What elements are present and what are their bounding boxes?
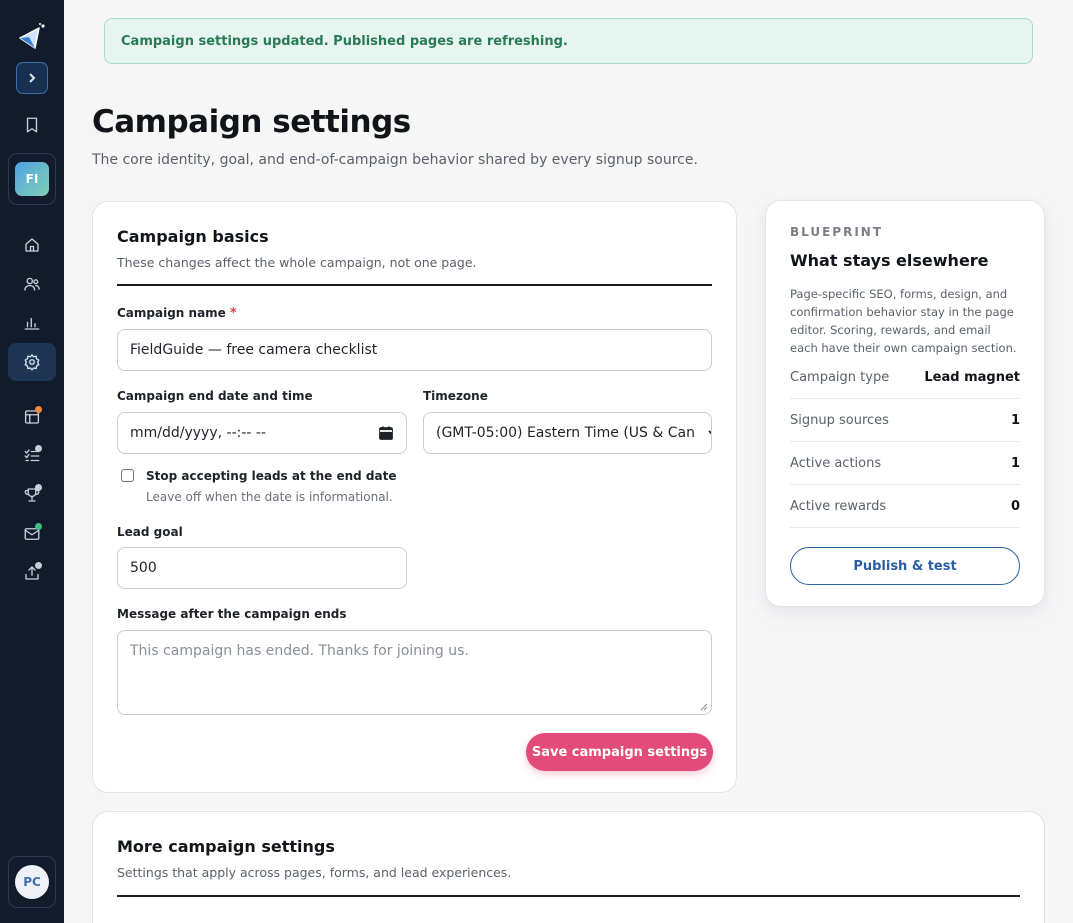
more-settings-card: More campaign settings Settings that app… — [92, 811, 1045, 923]
lead-goal-input[interactable]: 500 — [117, 547, 407, 589]
nav-analytics[interactable] — [8, 304, 56, 342]
nav-rewards[interactable] — [8, 476, 56, 514]
success-banner: Campaign settings updated. Published pag… — [104, 18, 1033, 64]
banner-text: Campaign settings updated. Published pag… — [121, 33, 568, 49]
nav-export[interactable] — [8, 554, 56, 592]
nav-pages[interactable] — [8, 398, 56, 436]
chart-icon — [24, 317, 40, 330]
end-message-label: Message after the campaign ends — [117, 607, 347, 621]
stat-row-active-actions: Active actions 1 — [790, 442, 1020, 485]
end-message-textarea[interactable]: This campaign has ended. Thanks for join… — [117, 630, 712, 715]
campaign-basics-card: Campaign basics These changes affect the… — [92, 201, 737, 793]
section-divider — [117, 284, 712, 286]
stop-accepting-label: Stop accepting leads at the end date — [146, 469, 397, 483]
end-date-input[interactable]: mm/dd/yyyy, --:-- -- — [117, 412, 407, 454]
nav-home[interactable] — [8, 226, 56, 264]
timezone-label: Timezone — [423, 389, 488, 403]
page-subtitle: The core identity, goal, and end-of-camp… — [92, 152, 698, 168]
stop-accepting-checkbox[interactable] — [121, 469, 134, 482]
nav-actions[interactable] — [8, 437, 56, 475]
nav-email[interactable] — [8, 515, 56, 553]
home-icon — [25, 238, 39, 252]
page-title: Campaign settings — [92, 104, 411, 140]
section-subtitle: These changes affect the whole campaign,… — [117, 255, 477, 270]
status-dot — [35, 484, 42, 491]
status-dot — [35, 523, 42, 530]
publish-test-button[interactable]: Publish & test — [790, 547, 1020, 585]
workspace-avatar: FI — [15, 162, 49, 196]
stat-row-signup-sources: Signup sources 1 — [790, 399, 1020, 442]
user-menu[interactable]: PC — [8, 856, 56, 908]
section-divider — [117, 895, 1020, 897]
campaign-name-input[interactable]: FieldGuide — free camera checklist — [117, 329, 712, 371]
stop-accepting-hint: Leave off when the date is informational… — [146, 490, 393, 504]
timezone-select[interactable]: (GMT-05:00) Eastern Time (US & Can — [423, 412, 712, 454]
notification-dot — [35, 406, 42, 413]
users-icon — [24, 277, 40, 291]
megaphone-logo-icon[interactable] — [17, 22, 47, 52]
blueprint-description: Page-specific SEO, forms, design, and co… — [790, 287, 1017, 355]
blueprint-card: BLUEPRINT What stays elsewhere Page-spec… — [765, 200, 1045, 607]
stat-row-campaign-type: Campaign type Lead magnet — [790, 356, 1020, 399]
settings-icon — [24, 354, 40, 371]
blueprint-title: What stays elsewhere — [790, 251, 989, 270]
resize-handle-icon[interactable] — [700, 703, 708, 711]
lead-goal-label: Lead goal — [117, 525, 183, 539]
user-avatar: PC — [15, 865, 49, 899]
save-campaign-settings-button[interactable]: Save campaign settings — [526, 733, 713, 771]
chevron-right-icon — [29, 73, 36, 83]
campaign-name-label: Campaign name * — [117, 306, 237, 321]
section-title: More campaign settings — [117, 837, 335, 856]
workspace-switcher[interactable]: FI — [8, 153, 56, 205]
status-dot — [35, 562, 42, 569]
section-subtitle: Settings that apply across pages, forms,… — [117, 865, 512, 880]
calendar-icon[interactable] — [378, 425, 394, 441]
end-date-label: Campaign end date and time — [117, 389, 313, 403]
blueprint-eyebrow: BLUEPRINT — [790, 225, 884, 239]
bookmark-nav[interactable] — [8, 106, 56, 144]
expand-sidebar-button[interactable] — [16, 62, 48, 94]
section-title: Campaign basics — [117, 227, 269, 246]
nav-settings[interactable] — [8, 343, 56, 381]
stat-row-active-rewards: Active rewards 0 — [790, 485, 1020, 528]
required-mark: * — [229, 306, 237, 321]
status-dot — [35, 445, 42, 452]
sidebar: FI PC — [0, 0, 64, 923]
bookmark-icon — [26, 117, 38, 133]
nav-leads[interactable] — [8, 265, 56, 303]
chevron-down-icon — [695, 425, 711, 441]
